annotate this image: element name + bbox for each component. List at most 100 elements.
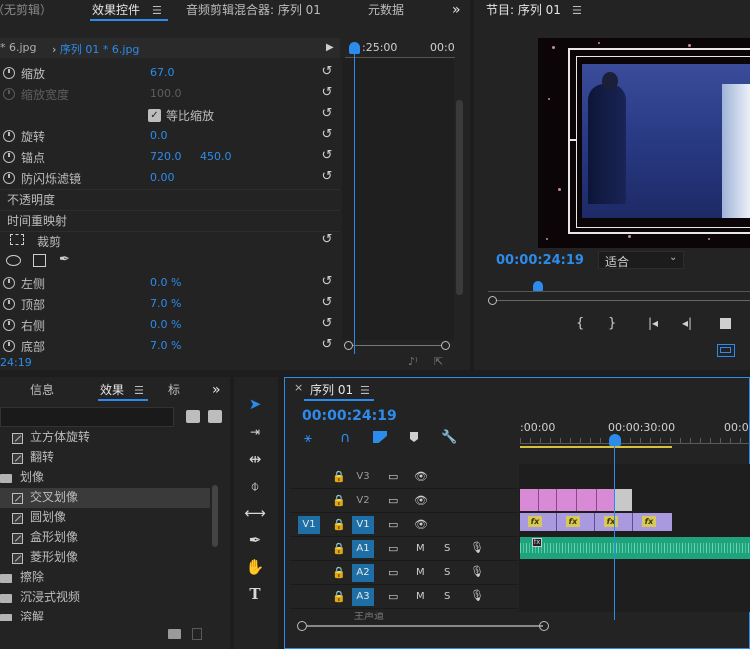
zoom-left-handle[interactable]	[344, 341, 353, 350]
sync-lock-icon[interactable]: ▭	[388, 590, 398, 604]
crop-label[interactable]: 裁剪	[37, 233, 61, 250]
stop-icon[interactable]	[720, 318, 731, 329]
stopwatch-icon[interactable]	[3, 67, 15, 79]
lock-icon[interactable]: 🔒	[332, 590, 346, 604]
zoom-left-handle[interactable]	[297, 621, 307, 631]
track-target-v3[interactable]: V3	[352, 468, 374, 486]
timeline-menu-icon[interactable]: ☰	[360, 384, 370, 397]
zoom-right-handle[interactable]	[539, 621, 549, 631]
opacity-label[interactable]: 不透明度	[7, 191, 55, 208]
work-area-bar[interactable]	[520, 446, 672, 448]
tab-no-clip[interactable]: （无剪辑）	[0, 0, 52, 20]
selection-tool-icon[interactable]: ➤	[244, 393, 266, 415]
fit-select[interactable]: 适合 ⌄	[598, 251, 684, 269]
a1-audio-clip[interactable]: fx	[520, 537, 750, 559]
reset-icon[interactable]: ↺	[320, 107, 334, 121]
microphone-icon[interactable]: 🎙	[470, 541, 484, 555]
reset-icon[interactable]: ↺	[320, 86, 334, 100]
effect-folder-wipe[interactable]: 擦除	[20, 567, 44, 587]
pen-tool-icon[interactable]: ✒	[244, 529, 266, 551]
hand-tool-icon[interactable]: ✋	[244, 556, 266, 578]
eye-icon[interactable]: 👁	[414, 470, 428, 484]
crop-handle-left[interactable]	[568, 139, 576, 141]
effect-item-cross-iris[interactable]: 交叉划像	[30, 487, 78, 507]
sync-lock-icon[interactable]: ▭	[388, 494, 398, 508]
program-monitor-title[interactable]: 节目: 序列 01	[486, 0, 561, 20]
crop-right-value[interactable]: 0.0 %	[150, 318, 181, 331]
scale-value[interactable]: 67.0	[150, 66, 175, 79]
lock-icon[interactable]: 🔒	[332, 518, 346, 532]
reset-icon[interactable]: ↺	[320, 317, 334, 331]
zoom-left-handle[interactable]	[488, 296, 497, 305]
timeline-close-icon[interactable]: ×	[294, 381, 303, 394]
reset-icon[interactable]: ↺	[320, 338, 334, 352]
fx-badge-icon[interactable]: fx	[566, 516, 580, 527]
reset-icon[interactable]: ↺	[320, 170, 334, 184]
crop-bottom-value[interactable]: 7.0 %	[150, 339, 181, 352]
stopwatch-icon[interactable]	[3, 130, 15, 142]
mute-button[interactable]: M	[416, 590, 425, 604]
tab-info[interactable]: 信息	[30, 380, 54, 400]
solo-button[interactable]: S	[444, 590, 450, 604]
reset-icon[interactable]: ↺	[320, 233, 334, 247]
effect-item-iris-diamond[interactable]: 菱形划像	[30, 547, 78, 567]
lock-icon[interactable]: 🔒	[332, 542, 346, 556]
timeline-title[interactable]: 序列 01	[310, 381, 353, 398]
timeline-ruler[interactable]: :00:00 00:00:30:00 00:01	[520, 416, 750, 450]
step-back-icon[interactable]: ◂|	[682, 316, 692, 330]
tab-audio-mixer[interactable]: 音频剪辑混合器: 序列 01	[186, 0, 321, 20]
stopwatch-icon[interactable]	[3, 340, 15, 352]
track-select-tool-icon[interactable]: ⇥	[244, 421, 266, 443]
timeline-zoom-bar[interactable]	[297, 621, 750, 631]
antiflicker-value[interactable]: 0.00	[150, 171, 175, 184]
ec-current-time[interactable]: 24:19	[0, 356, 32, 369]
tabs-overflow[interactable]: »	[212, 380, 221, 400]
audio-playback-icon[interactable]: ♪⁾	[408, 355, 418, 368]
fx-badge-icon[interactable]: fx	[642, 516, 656, 527]
tabs-overflow[interactable]: »	[452, 0, 461, 20]
stopwatch-icon[interactable]	[3, 172, 15, 184]
tab-markers[interactable]: 标	[168, 380, 180, 400]
new-bin-icon[interactable]	[168, 629, 181, 639]
sync-lock-icon[interactable]: ▭	[388, 518, 398, 532]
timeline-timecode[interactable]: 00:00:24:19	[302, 408, 397, 424]
effects-scrollbar[interactable]	[212, 485, 218, 547]
stopwatch-icon[interactable]	[3, 319, 15, 331]
go-to-in-icon[interactable]: |◂	[648, 316, 658, 330]
effect-folder-dissolve[interactable]: 溶解	[20, 607, 44, 621]
ec-zoom-bar[interactable]	[344, 341, 454, 350]
crop-top-value[interactable]: 7.0 %	[150, 297, 181, 310]
program-timecode[interactable]: 00:00:24:19	[496, 253, 584, 268]
scrubber-playhead[interactable]	[533, 281, 543, 291]
sequence-clip-name[interactable]: › 序列 01 * 6.jpg	[52, 41, 139, 57]
rotation-value[interactable]: 0.0	[150, 129, 168, 142]
effect-folder-iris[interactable]: 划像	[20, 467, 44, 487]
anchor-y-value[interactable]: 450.0	[200, 150, 232, 163]
sync-lock-icon[interactable]: ▭	[388, 566, 398, 580]
track-target-v1[interactable]: V1	[352, 516, 374, 534]
solo-button[interactable]: S	[444, 566, 450, 580]
track-target-a3[interactable]: A3	[352, 588, 374, 606]
pen-mask-icon[interactable]: ✒	[59, 252, 70, 267]
effect-folder-immersive[interactable]: 沉浸式视频	[20, 587, 80, 607]
ripple-edit-tool-icon[interactable]: ⇹	[244, 448, 266, 470]
tab-effect-controls[interactable]: 效果控件	[92, 0, 140, 20]
microphone-icon[interactable]: 🎙	[470, 565, 484, 579]
effect-item-iris-round[interactable]: 圆划像	[30, 507, 66, 527]
audio-fx-icon[interactable]: fx	[532, 538, 542, 547]
accelerated-effects-icon[interactable]	[186, 410, 200, 423]
mark-in-icon[interactable]: {	[576, 316, 584, 331]
effect-item-flip[interactable]: 翻转	[30, 447, 54, 467]
timeline-playhead-handle[interactable]	[609, 434, 621, 446]
track-target-a2[interactable]: A2	[352, 564, 374, 582]
mute-button[interactable]: M	[416, 542, 425, 556]
reset-icon[interactable]: ↺	[320, 149, 334, 163]
safe-margins-icon[interactable]	[717, 344, 735, 357]
reset-icon[interactable]: ↺	[320, 275, 334, 289]
zoom-right-handle[interactable]	[441, 341, 450, 350]
eye-icon[interactable]: 👁	[414, 518, 428, 532]
fx-badge-icon[interactable]: fx	[528, 516, 542, 527]
stopwatch-icon[interactable]	[3, 298, 15, 310]
wrench-icon[interactable]: 🔧	[441, 430, 457, 445]
time-remap-label[interactable]: 时间重映射	[7, 212, 67, 229]
